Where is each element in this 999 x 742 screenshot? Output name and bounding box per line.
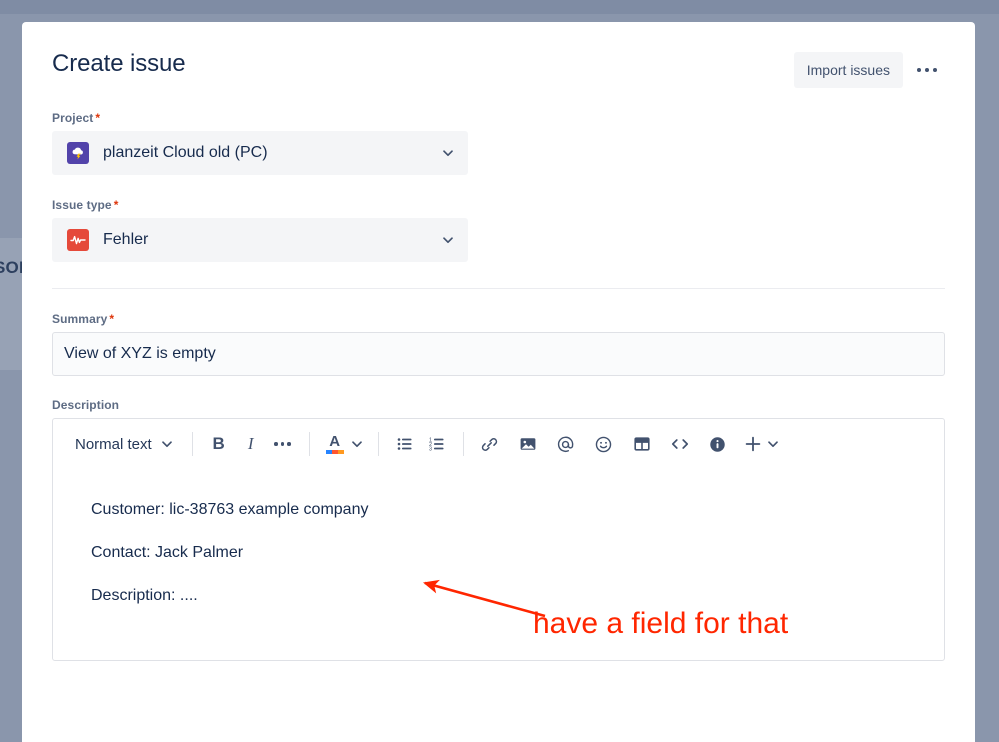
more-options-button[interactable] bbox=[909, 52, 945, 88]
description-content[interactable]: Customer: lic-38763 example company Cont… bbox=[53, 469, 944, 660]
text-style-label: Normal text bbox=[75, 435, 152, 453]
page-title: Create issue bbox=[52, 50, 186, 77]
description-label: Description bbox=[52, 398, 120, 412]
issue-type-value: Fehler bbox=[103, 231, 149, 248]
code-button[interactable] bbox=[664, 428, 696, 460]
mention-button[interactable] bbox=[550, 428, 582, 460]
more-horizontal-icon bbox=[925, 68, 929, 72]
bold-button[interactable]: B bbox=[203, 428, 235, 460]
project-label-text: Project bbox=[52, 111, 94, 125]
text-color-icon: A bbox=[325, 434, 344, 455]
link-icon bbox=[482, 437, 498, 451]
plus-icon bbox=[745, 436, 760, 452]
emoji-smiley-icon bbox=[595, 436, 612, 452]
chevron-down-icon bbox=[443, 237, 453, 244]
summary-label: Summary * bbox=[52, 311, 945, 327]
project-value: planzeit Cloud old (PC) bbox=[103, 144, 268, 161]
mention-at-icon bbox=[558, 436, 574, 452]
required-marker: * bbox=[109, 312, 115, 326]
description-line: Customer: lic-38763 example company bbox=[91, 501, 369, 518]
text-style-dropdown[interactable]: Normal text bbox=[65, 428, 182, 460]
toolbar-divider bbox=[191, 432, 193, 456]
chevron-down-icon bbox=[161, 441, 172, 448]
issue-type-select[interactable]: Fehler bbox=[52, 218, 468, 262]
toolbar-divider bbox=[308, 432, 310, 456]
summary-label-text: Summary bbox=[52, 312, 108, 326]
summary-field: Summary * bbox=[52, 311, 945, 376]
bullet-list-icon bbox=[397, 438, 412, 450]
italic-button[interactable]: I bbox=[235, 428, 267, 460]
issue-type-label: Issue type * bbox=[52, 197, 945, 213]
project-select[interactable]: planzeit Cloud old (PC) bbox=[52, 131, 468, 175]
more-horizontal-icon bbox=[933, 68, 937, 72]
import-issues-button[interactable]: Import issues bbox=[793, 52, 903, 88]
issue-type-field: Issue type * Fehler bbox=[52, 197, 945, 262]
description-editor: Normal text B I A 1 2 3 Customer: lic-38… bbox=[52, 418, 945, 661]
more-horizontal-icon bbox=[917, 68, 921, 72]
link-button[interactable] bbox=[474, 428, 506, 460]
description-line: Description: .... bbox=[91, 587, 198, 604]
issue-type-label-text: Issue type bbox=[52, 198, 112, 212]
project-avatar-cloud-lightning-icon bbox=[67, 142, 89, 164]
svg-text:3: 3 bbox=[429, 446, 432, 452]
description-field: Description Normal text B I A 1 2 3 Cust… bbox=[52, 397, 945, 661]
image-button[interactable] bbox=[512, 428, 544, 460]
code-brackets-icon bbox=[671, 439, 688, 449]
bullet-list-button[interactable] bbox=[389, 428, 421, 460]
toolbar-divider bbox=[377, 432, 379, 456]
insert-more-button[interactable] bbox=[740, 428, 782, 460]
backdrop-top-strip bbox=[0, 0, 999, 14]
required-marker: * bbox=[95, 111, 101, 125]
table-button[interactable] bbox=[626, 428, 658, 460]
description-line: Contact: Jack Palmer bbox=[91, 544, 244, 561]
editor-toolbar: Normal text B I A 1 2 3 bbox=[53, 419, 944, 469]
chevron-down-icon bbox=[767, 441, 778, 448]
required-marker: * bbox=[113, 198, 119, 212]
table-icon bbox=[634, 437, 650, 451]
modal-header: Create issue Import issues bbox=[52, 22, 945, 88]
text-color-button[interactable]: A bbox=[320, 428, 368, 460]
project-label: Project * bbox=[52, 110, 945, 126]
emoji-button[interactable] bbox=[588, 428, 620, 460]
chevron-down-icon bbox=[351, 441, 362, 448]
numbered-list-icon: 1 2 3 bbox=[429, 437, 444, 452]
create-issue-modal: Create issue Import issues Project * pla… bbox=[22, 22, 975, 742]
header-actions: Import issues bbox=[793, 48, 945, 88]
image-icon bbox=[520, 438, 536, 450]
more-horizontal-icon bbox=[274, 442, 291, 446]
chevron-down-icon bbox=[443, 150, 453, 157]
numbered-list-button[interactable]: 1 2 3 bbox=[421, 428, 453, 460]
section-divider bbox=[52, 288, 945, 289]
summary-input[interactable] bbox=[52, 332, 945, 376]
project-field: Project * planzeit Cloud old (PC) bbox=[52, 110, 945, 175]
toolbar-divider bbox=[462, 432, 464, 456]
more-formatting-button[interactable] bbox=[267, 428, 299, 460]
info-circle-icon bbox=[710, 436, 725, 452]
modal-content: Create issue Import issues Project * pla… bbox=[22, 22, 975, 742]
info-panel-button[interactable] bbox=[702, 428, 734, 460]
bug-icon bbox=[67, 229, 89, 251]
